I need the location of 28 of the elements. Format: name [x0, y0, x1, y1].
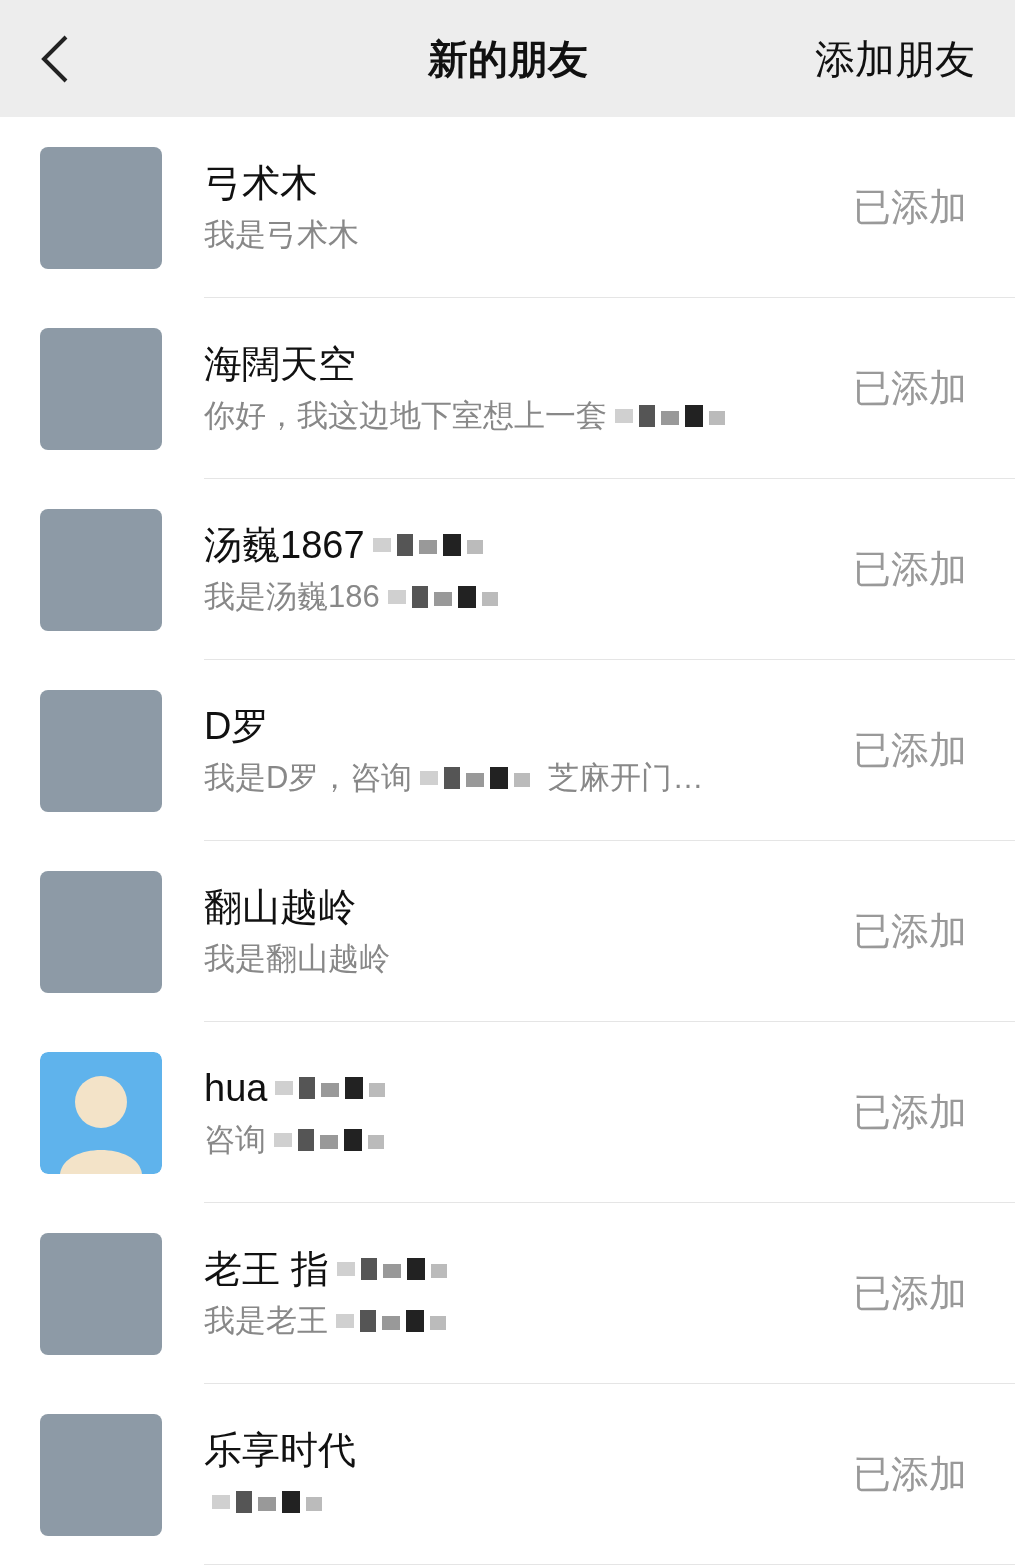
added-status: 已添加	[853, 727, 967, 773]
add-friend-button[interactable]: 添加朋友	[815, 28, 975, 89]
request-message: 我是老王	[204, 1301, 328, 1340]
contact-name: 翻山越岭	[204, 884, 356, 930]
added-status: 已添加	[853, 908, 967, 954]
contact-name: 海闊天空	[204, 341, 356, 387]
contact-name: 弓术木	[204, 160, 318, 206]
contact-name: 乐享时代	[204, 1427, 356, 1473]
request-message: 芝麻开门…	[548, 758, 704, 797]
added-status: 已添加	[853, 184, 967, 230]
added-status: 已添加	[853, 1270, 967, 1316]
contact-name: hua	[204, 1065, 268, 1111]
page-title: 新的朋友	[427, 35, 588, 83]
request-message: 我是弓术木	[204, 215, 359, 254]
request-message: 你好，我这边地下室想上一套	[204, 396, 607, 435]
request-message: 咨询	[204, 1120, 266, 1159]
contact-name: D罗	[204, 703, 270, 749]
contact-name: 汤巍1867	[204, 522, 365, 568]
back-icon[interactable]	[40, 34, 70, 83]
added-status: 已添加	[853, 546, 967, 592]
request-message: 我是翻山越岭	[204, 939, 390, 978]
contact-name: 老王 指	[204, 1246, 329, 1292]
avatar-silhouette-icon	[40, 1051, 162, 1174]
added-status: 已添加	[853, 1089, 967, 1135]
request-message: 我是D罗，咨询	[204, 758, 413, 797]
request-message: 我是汤巍186	[204, 577, 380, 616]
added-status: 已添加	[853, 1451, 967, 1497]
added-status: 已添加	[853, 365, 967, 411]
